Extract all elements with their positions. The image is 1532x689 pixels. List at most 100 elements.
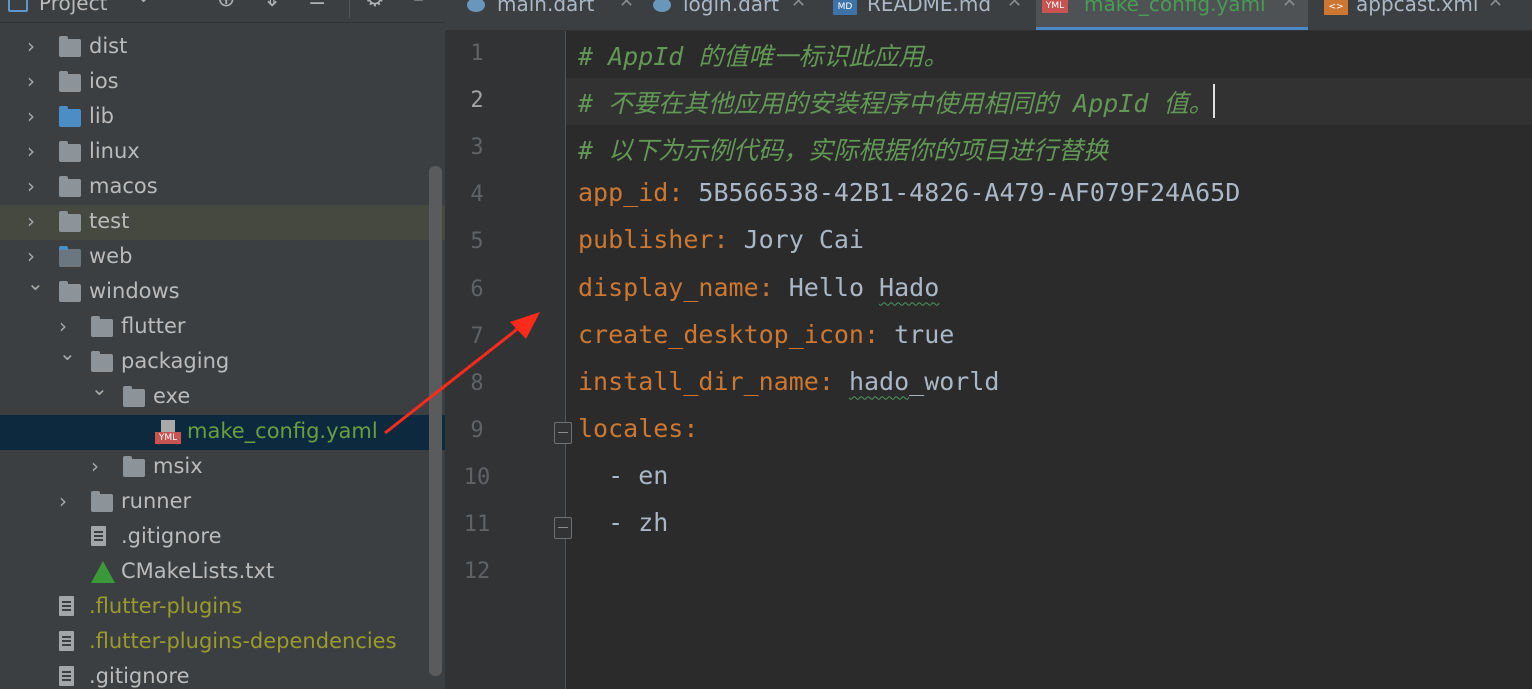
- tree-item[interactable]: › lib: [0, 100, 445, 135]
- code-line: - zh: [578, 508, 668, 537]
- tab-appcast-xml[interactable]: <> appcast.xml ✕: [1318, 0, 1532, 30]
- tree-item[interactable]: .flutter-plugins: [0, 590, 445, 625]
- chevron-right-icon[interactable]: ›: [59, 489, 79, 513]
- yaml-colon: :: [683, 413, 699, 443]
- tree-item[interactable]: › linux: [0, 135, 445, 170]
- chevron-right-icon[interactable]: ›: [59, 314, 79, 338]
- tree-item-label: .flutter-plugins: [89, 594, 243, 618]
- chevron-right-icon[interactable]: ›: [27, 104, 47, 128]
- chevron-down-icon[interactable]: ⌄: [91, 376, 111, 400]
- gutter-divider: [565, 31, 566, 689]
- chevron-right-icon[interactable]: ›: [91, 454, 111, 478]
- close-icon[interactable]: ✕: [619, 0, 634, 12]
- tree-item[interactable]: › runner: [0, 485, 445, 520]
- yaml-value: _world: [909, 366, 1000, 396]
- tab-readme-md[interactable]: MD README.md ✕: [827, 0, 1027, 30]
- code-line: create_desktop_icon: true: [578, 320, 954, 349]
- tab-login-dart[interactable]: login.dart ✕: [645, 0, 815, 30]
- code-editor[interactable]: 1 2 3 4 5 6 7 8 9 10 11 12 # AppId 的值唯一标识此应用。 # 不要在其…: [445, 31, 1532, 689]
- tree-item[interactable]: › web: [0, 240, 445, 275]
- yaml-list-dash: -: [578, 460, 639, 490]
- tree-item-label: runner: [121, 489, 192, 513]
- chevron-right-icon[interactable]: ›: [27, 69, 47, 93]
- chevron-right-icon[interactable]: ›: [27, 174, 47, 198]
- tree-item[interactable]: ⌄ packaging: [0, 341, 445, 380]
- tree-item-label: test: [89, 209, 130, 233]
- chevron-down-icon[interactable]: ⌄: [136, 0, 151, 7]
- line-number: 6: [470, 276, 484, 302]
- line-number: 4: [470, 182, 484, 208]
- chevron-down-icon[interactable]: ⌄: [27, 271, 47, 295]
- yaml-value: Jory Cai: [743, 225, 864, 255]
- text-file-icon: [59, 631, 74, 651]
- toolbar-divider: [349, 0, 350, 18]
- chevron-down-icon[interactable]: ⌄: [59, 341, 79, 365]
- code-comment: # 以下为示例代码，实际根据你的项目进行替换: [578, 136, 1109, 166]
- yaml-colon: :: [818, 366, 849, 396]
- hide-panel-icon[interactable]: –: [413, 0, 424, 11]
- folder-icon: [91, 491, 113, 512]
- code-line: # 以下为示例代码，实际根据你的项目进行替换: [578, 131, 1108, 167]
- tree-item-label: ios: [89, 69, 119, 93]
- collapse-all-icon[interactable]: ≡: [308, 0, 326, 11]
- fold-marker-icon[interactable]: [554, 422, 572, 444]
- close-icon[interactable]: ✕: [1007, 0, 1022, 12]
- code-line: # AppId 的值唯一标识此应用。: [578, 37, 948, 73]
- gitignore-file-icon: [59, 666, 74, 686]
- chevron-right-icon[interactable]: ›: [27, 209, 47, 233]
- tree-item[interactable]: CMakeLists.txt: [0, 555, 445, 590]
- code-line: - en: [578, 461, 668, 490]
- tree-item[interactable]: › dist: [0, 30, 445, 65]
- yaml-value: true: [894, 319, 955, 349]
- tree-item-label: linux: [89, 139, 140, 163]
- locate-file-icon[interactable]: ⊕: [217, 0, 235, 11]
- tree-item-label: .flutter-plugins-dependencies: [89, 629, 397, 653]
- yaml-value-typo: Hado: [879, 272, 940, 302]
- tree-item[interactable]: .gitignore: [0, 660, 445, 689]
- yaml-list-item: zh: [638, 508, 669, 537]
- tab-main-dart[interactable]: main.dart ✕: [459, 0, 635, 30]
- tree-item[interactable]: › test: [0, 205, 445, 240]
- folder-icon: [91, 316, 113, 337]
- tree-item[interactable]: › macos: [0, 170, 445, 205]
- yaml-key: publisher: [578, 225, 714, 255]
- tree-item[interactable]: ⌄ exe: [0, 376, 445, 415]
- expand-all-icon[interactable]: ⇕: [263, 0, 281, 11]
- tree-item-label: packaging: [121, 349, 230, 373]
- close-icon[interactable]: ✕: [1488, 0, 1503, 12]
- fold-marker-icon[interactable]: [554, 517, 572, 539]
- source-folder-icon: [59, 106, 81, 127]
- tree-item[interactable]: ⌄ windows: [0, 271, 445, 310]
- line-number: 5: [470, 229, 484, 255]
- tree-item-label: make_config.yaml: [187, 419, 378, 443]
- tree-item-label: .gitignore: [89, 664, 190, 688]
- yaml-key: install_dir_name: [578, 366, 819, 396]
- yaml-value: Hello: [788, 272, 880, 302]
- yaml-key: app_id: [578, 178, 669, 208]
- project-header: Project ⌄ ⊕ ⇕ ≡ ⚙ –: [0, 0, 445, 23]
- tab-make-config-yaml[interactable]: YML make_config.yaml ✕: [1036, 0, 1308, 30]
- chevron-right-icon[interactable]: ›: [27, 139, 47, 163]
- close-icon[interactable]: ✕: [1282, 0, 1297, 12]
- tree-item[interactable]: › flutter: [0, 310, 445, 345]
- code-comment: # 不要在其他应用的安装程序中使用相同的 AppId 值。: [578, 89, 1214, 119]
- ios-folder-icon: [59, 71, 81, 92]
- project-view-selector[interactable]: Project: [39, 0, 107, 15]
- yaml-file-icon: YML: [155, 420, 181, 444]
- yaml-file-icon: YML: [1042, 0, 1068, 13]
- chevron-right-icon[interactable]: ›: [27, 244, 47, 268]
- folder-icon: [91, 351, 113, 372]
- tree-item-label: macos: [89, 174, 158, 198]
- code-line: # 不要在其他应用的安装程序中使用相同的 AppId 值。: [578, 84, 1216, 120]
- chevron-right-icon[interactable]: ›: [27, 34, 47, 58]
- tree-item[interactable]: › msix: [0, 450, 445, 485]
- close-icon[interactable]: ✕: [791, 0, 806, 12]
- tree-item[interactable]: .flutter-plugins-dependencies: [0, 625, 445, 660]
- tree-item[interactable]: .gitignore: [0, 520, 445, 555]
- gear-icon[interactable]: ⚙: [365, 0, 385, 11]
- tree-item[interactable]: › ios: [0, 65, 445, 100]
- tree-item-label: web: [89, 244, 133, 268]
- tree-item-label: dist: [89, 34, 128, 58]
- tree-item[interactable]: YML make_config.yaml: [0, 415, 445, 450]
- tree-item-label: lib: [89, 104, 114, 128]
